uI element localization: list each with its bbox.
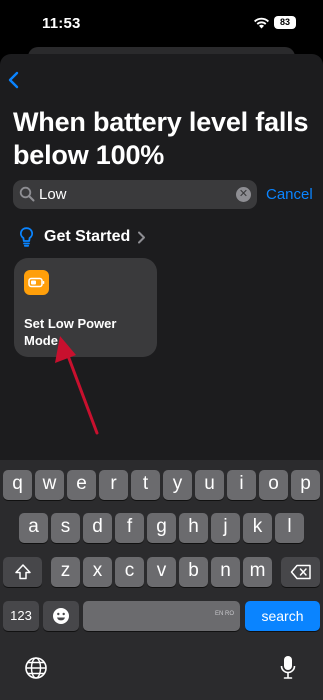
key-v[interactable]: v bbox=[147, 557, 176, 587]
key-e[interactable]: e bbox=[67, 470, 96, 500]
status-time: 11:53 bbox=[42, 15, 81, 32]
action-card-label: Set Low Power Mode bbox=[24, 316, 117, 348]
search-key[interactable]: search bbox=[245, 601, 320, 631]
space-key[interactable]: EN RO bbox=[83, 601, 240, 631]
search-icon bbox=[19, 186, 35, 202]
key-c[interactable]: c bbox=[115, 557, 144, 587]
key-t[interactable]: t bbox=[131, 470, 160, 500]
back-chevron-icon[interactable] bbox=[7, 70, 21, 90]
wifi-icon bbox=[254, 17, 269, 29]
key-w[interactable]: w bbox=[35, 470, 64, 500]
key-m[interactable]: m bbox=[243, 557, 272, 587]
emoji-key[interactable] bbox=[43, 601, 79, 631]
key-z[interactable]: z bbox=[51, 557, 80, 587]
page-title: When battery level falls below 100% bbox=[13, 107, 309, 170]
cancel-button[interactable]: Cancel bbox=[266, 186, 313, 203]
globe-icon[interactable] bbox=[24, 656, 48, 680]
shift-key[interactable] bbox=[3, 557, 42, 587]
get-started-link[interactable]: Get Started bbox=[20, 227, 146, 247]
key-d[interactable]: d bbox=[83, 513, 112, 543]
key-u[interactable]: u bbox=[195, 470, 224, 500]
numbers-key[interactable]: 123 bbox=[3, 601, 39, 631]
key-j[interactable]: j bbox=[211, 513, 240, 543]
microphone-icon[interactable] bbox=[280, 655, 296, 680]
backspace-key[interactable] bbox=[281, 557, 320, 587]
key-s[interactable]: s bbox=[51, 513, 80, 543]
key-o[interactable]: o bbox=[259, 470, 288, 500]
backspace-icon bbox=[290, 564, 311, 580]
emoji-icon bbox=[53, 608, 69, 624]
space-language-label: EN RO bbox=[214, 611, 234, 617]
key-q[interactable]: q bbox=[3, 470, 32, 500]
shift-icon bbox=[14, 564, 31, 580]
key-g[interactable]: g bbox=[147, 513, 176, 543]
key-x[interactable]: x bbox=[83, 557, 112, 587]
key-r[interactable]: r bbox=[99, 470, 128, 500]
battery-indicator: 83 bbox=[274, 16, 296, 29]
key-p[interactable]: p bbox=[291, 470, 320, 500]
action-card-set-low-power-mode[interactable]: Set Low Power Mode bbox=[14, 258, 157, 357]
key-n[interactable]: n bbox=[211, 557, 240, 587]
search-input[interactable]: Low ✕ bbox=[13, 180, 257, 209]
key-y[interactable]: y bbox=[163, 470, 192, 500]
key-h[interactable]: h bbox=[179, 513, 208, 543]
chevron-right-icon bbox=[138, 231, 146, 243]
key-a[interactable]: a bbox=[19, 513, 48, 543]
get-started-label: Get Started bbox=[44, 228, 131, 245]
clear-search-icon[interactable]: ✕ bbox=[236, 187, 251, 202]
lightbulb-icon bbox=[20, 227, 33, 247]
key-f[interactable]: f bbox=[115, 513, 144, 543]
status-bar: 11:53 83 bbox=[0, 0, 323, 48]
search-value: Low bbox=[39, 186, 67, 203]
key-b[interactable]: b bbox=[179, 557, 208, 587]
key-k[interactable]: k bbox=[243, 513, 272, 543]
key-l[interactable]: l bbox=[275, 513, 304, 543]
key-i[interactable]: i bbox=[227, 470, 256, 500]
battery-icon bbox=[24, 270, 49, 295]
